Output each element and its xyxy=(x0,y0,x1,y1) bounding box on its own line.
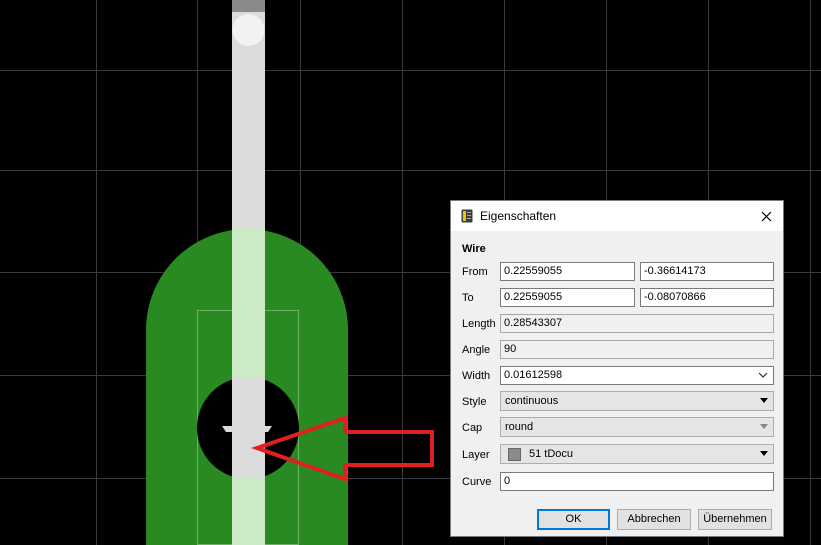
properties-icon xyxy=(461,209,473,223)
length-label: Length xyxy=(462,318,496,330)
layer-value: 51 tDocu xyxy=(529,448,574,460)
dropdown-arrow-icon xyxy=(760,398,768,403)
dialog-titlebar[interactable]: Eigenschaften xyxy=(451,201,783,231)
from-y-field[interactable]: -0.36614173 xyxy=(640,262,774,281)
style-value: continuous xyxy=(505,395,559,407)
layer-select[interactable]: 51 tDocu xyxy=(500,444,774,464)
close-button[interactable] xyxy=(749,201,783,231)
length-field: 0.28543307 xyxy=(500,314,774,333)
from-label: From xyxy=(462,266,488,278)
style-select[interactable]: continuous xyxy=(500,391,774,411)
apply-button[interactable]: Übernehmen xyxy=(698,509,772,530)
width-value: 0.01612598 xyxy=(504,369,563,381)
section-title: Wire xyxy=(462,243,486,255)
chevron-down-icon[interactable] xyxy=(758,372,768,379)
to-y-field[interactable]: -0.08070866 xyxy=(640,288,774,307)
to-label: To xyxy=(462,292,474,304)
curve-label: Curve xyxy=(462,476,492,488)
properties-dialog: Eigenschaften Wire From 0.22559055 -0.36… xyxy=(450,200,784,537)
layer-color-swatch xyxy=(508,448,521,461)
cancel-button[interactable]: Abbrechen xyxy=(617,509,691,530)
cap-value: round xyxy=(505,421,534,433)
width-label: Width xyxy=(462,370,491,382)
to-x-field[interactable]: 0.22559055 xyxy=(500,288,635,307)
angle-label: Angle xyxy=(462,344,491,356)
dropdown-arrow-icon xyxy=(760,451,768,456)
from-x-field[interactable]: 0.22559055 xyxy=(500,262,635,281)
style-label: Style xyxy=(462,396,487,408)
cap-label: Cap xyxy=(462,422,483,434)
curve-field[interactable]: 0 xyxy=(500,472,774,491)
layer-label: Layer xyxy=(462,449,490,461)
ok-button[interactable]: OK xyxy=(537,509,610,530)
cap-select: round xyxy=(500,417,774,437)
wire-endpoint[interactable] xyxy=(232,14,265,46)
dropdown-arrow-icon xyxy=(760,424,768,429)
angle-field: 90 xyxy=(500,340,774,359)
dialog-title: Eigenschaften xyxy=(480,209,557,223)
close-icon xyxy=(761,211,771,221)
width-combo[interactable]: 0.01612598 xyxy=(500,366,774,385)
